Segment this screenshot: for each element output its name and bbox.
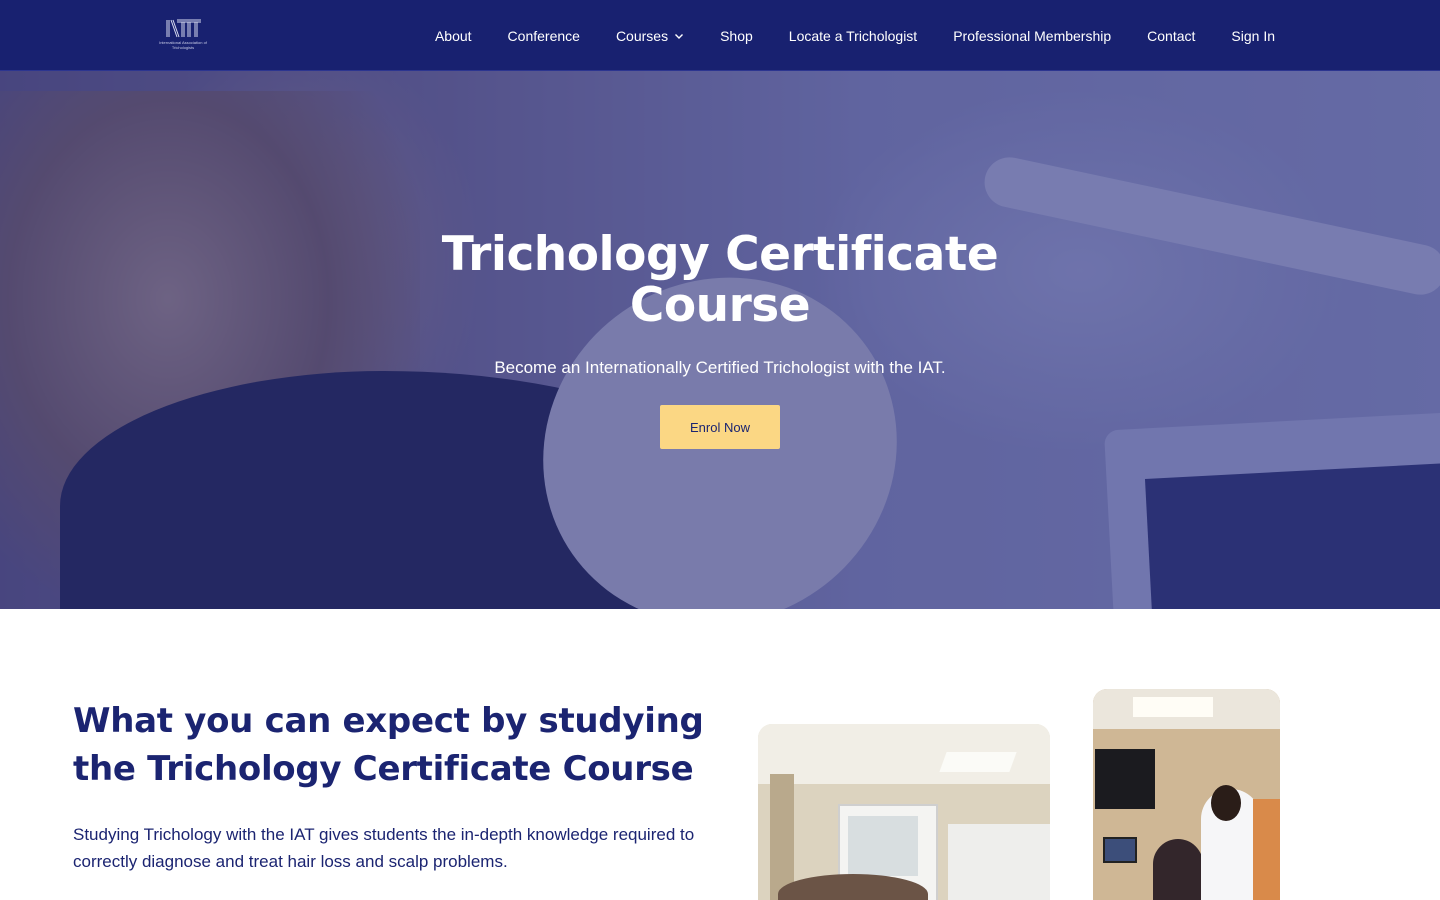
section-intro-text: Studying Trichology with the IAT gives s… — [73, 825, 695, 871]
nav-professional-membership[interactable]: Professional Membership — [953, 28, 1111, 44]
nav-courses[interactable]: Courses — [616, 28, 684, 44]
nav-about[interactable]: About — [435, 28, 472, 44]
chevron-down-icon — [675, 33, 684, 39]
nav-locate-trichologist[interactable]: Locate a Trichologist — [789, 28, 917, 44]
hero-title: Trichology Certificate Course — [441, 227, 999, 333]
nav-contact-label: Contact — [1147, 27, 1196, 44]
clinic-photo-trichologist-head — [1211, 785, 1241, 821]
nav-conference[interactable]: Conference — [508, 28, 580, 44]
logo-text: International Association of Trichologis… — [159, 40, 207, 50]
clinic-photo — [1093, 689, 1280, 900]
classroom-photo-light — [939, 752, 1017, 772]
nav-locate-label: Locate a Trichologist — [788, 27, 918, 44]
main-nav: About Conference Courses Shop Locate a T… — [435, 0, 1275, 71]
nav-sign-in-label: Sign In — [1231, 27, 1275, 44]
clinic-photo-light — [1133, 697, 1213, 717]
hero-banner: Trichology Certificate Course Become an … — [0, 71, 1440, 609]
hero-content: Trichology Certificate Course Become an … — [0, 71, 1440, 609]
nav-sign-in[interactable]: Sign In — [1231, 28, 1275, 44]
nav-contact[interactable]: Contact — [1147, 28, 1195, 44]
nav-shop[interactable]: Shop — [720, 28, 753, 44]
nav-membership-label: Professional Membership — [953, 27, 1112, 44]
classroom-photo-door — [770, 774, 794, 900]
clinic-photo-tv — [1095, 749, 1155, 809]
classroom-photo-counter — [948, 824, 1050, 900]
classroom-photo-glass-cabinet — [848, 816, 918, 876]
hero-subtitle: Become an Internationally Certified Tric… — [494, 358, 946, 377]
iat-logo[interactable]: International Association of Trichologis… — [155, 17, 211, 55]
iat-logo-mark-icon — [166, 19, 201, 38]
nav-courses-label: Courses — [615, 27, 669, 44]
nav-about-label: About — [434, 27, 472, 44]
site-header: International Association of Trichologis… — [0, 0, 1440, 71]
clinic-photo-monitor — [1103, 837, 1137, 863]
enrol-now-button[interactable]: Enrol Now — [660, 405, 780, 449]
section-heading: What you can expect by studying the Tric… — [73, 701, 704, 789]
nav-conference-label: Conference — [507, 27, 580, 44]
nav-shop-label: Shop — [720, 27, 753, 44]
clinic-photo-observer — [1253, 799, 1280, 900]
clinic-photo-patient — [1153, 839, 1203, 900]
classroom-photo — [758, 724, 1050, 900]
